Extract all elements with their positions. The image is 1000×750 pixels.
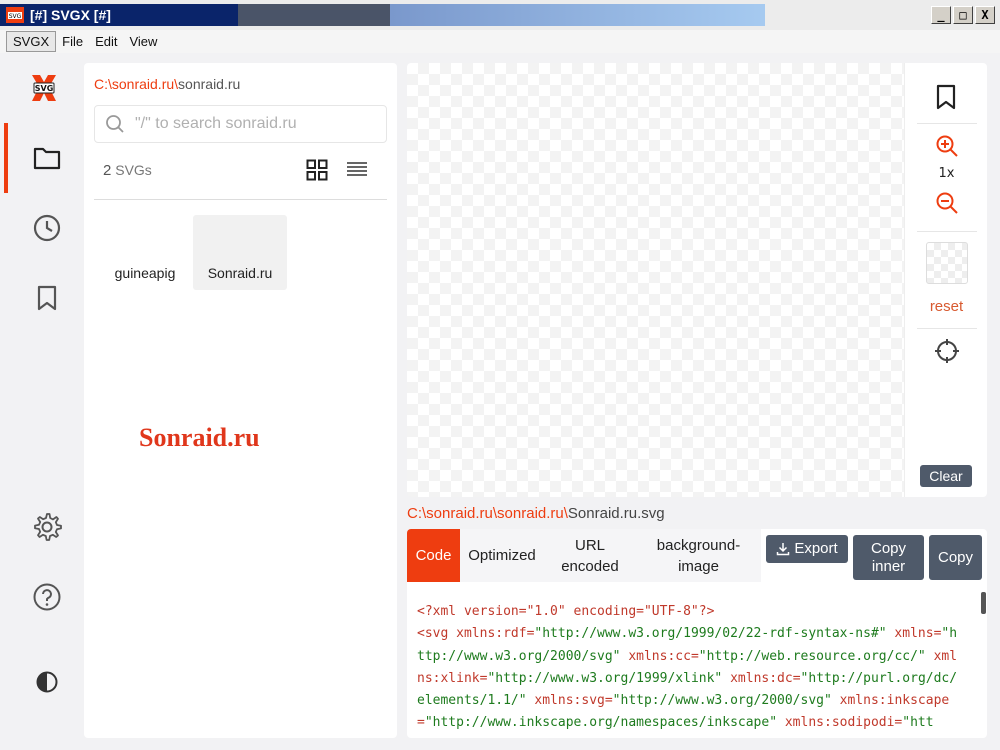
code-line: <?xml version="1.0" encoding="UTF-8"?> [417, 604, 715, 619]
history-icon [33, 214, 61, 242]
crosshair-icon[interactable] [934, 338, 960, 364]
help-icon [33, 583, 61, 611]
menu-view[interactable]: View [123, 32, 163, 51]
file-item-guineapig[interactable]: guineapig [98, 215, 192, 290]
active-nav-indicator [4, 123, 8, 193]
breadcrumb: C:\sonraid.ru\sonraid.ru [94, 76, 241, 92]
breadcrumb-folder[interactable]: sonraid.ru [112, 76, 174, 92]
menu-bar: SVGX File Edit View [0, 30, 1000, 53]
sidebar-item-theme[interactable] [30, 665, 64, 699]
sidebar-item-settings[interactable] [30, 510, 64, 544]
divider [94, 199, 387, 200]
folder-icon [33, 147, 61, 170]
breadcrumb-current: sonraid.ru [178, 76, 241, 92]
svgx-logo-icon: SVG [32, 75, 56, 101]
copy-button[interactable]: Copy [929, 535, 982, 580]
svg-preview-canvas[interactable] [407, 63, 904, 497]
code-tabs: Code Optimized URL encoded background- i… [407, 529, 761, 582]
window-title: [#] SVGX [#] [30, 7, 111, 23]
export-button[interactable]: Export [766, 535, 848, 563]
copy-inner-button[interactable]: Copy inner [853, 535, 924, 580]
code-line: ns:xlink="http://www.w3.org/1999/xlink" … [417, 670, 958, 686]
code-line: ttp://www.w3.org/2000/svg" xmlns:cc="htt… [417, 648, 958, 664]
maximize-button[interactable]: □ [953, 6, 973, 24]
app-icon: SVG [6, 7, 24, 23]
tab-code[interactable]: Code [407, 529, 460, 582]
tab-background-image[interactable]: background- image [636, 529, 761, 582]
bookmark-icon[interactable] [934, 83, 958, 111]
code-line: ="http://www.inkscape.org/namespaces/ink… [417, 715, 934, 731]
menu-svgx[interactable]: SVGX [6, 31, 57, 52]
file-item-sonraid[interactable]: Sonraid.ru [193, 215, 287, 290]
settings-icon [34, 513, 62, 541]
preview-toolbar: 1x reset [904, 63, 987, 497]
list-view-icon[interactable] [346, 161, 368, 177]
sidebar-item-bookmarks[interactable] [30, 281, 64, 315]
tab-optimized[interactable]: Optimized [460, 529, 544, 582]
svg-text:SVG: SVG [9, 13, 22, 20]
sidebar-item-files[interactable] [30, 141, 64, 175]
code-line: elements/1.1/" xmlns:svg="http://www.w3.… [417, 693, 950, 709]
svg-text:SVG: SVG [35, 84, 54, 93]
menu-file[interactable]: File [56, 32, 89, 51]
zoom-level: 1x [938, 166, 955, 181]
code-panel: Code Optimized URL encoded background- i… [407, 529, 987, 738]
background-swatch[interactable] [926, 242, 968, 284]
window-titlebar: SVG [#] SVGX [#] _ □ X [0, 0, 1000, 30]
contrast-icon [36, 671, 58, 693]
svg-count: 2 SVGs [103, 162, 152, 179]
close-button[interactable]: X [975, 6, 995, 24]
search-box[interactable] [94, 105, 387, 143]
minimize-button[interactable]: _ [931, 6, 951, 24]
breadcrumb-root[interactable]: C:\ [94, 76, 112, 92]
file-browser-panel: C:\sonraid.ru\sonraid.ru 2 SVGs guineapi… [84, 63, 397, 738]
titlebar-gradient [0, 4, 765, 26]
download-icon [777, 543, 790, 556]
file-name: Sonraid.ru.svg [567, 505, 665, 522]
file-path: C:\sonraid.ru\sonraid.ru\Sonraid.ru.svg [407, 505, 665, 522]
tab-url-encoded[interactable]: URL encoded [544, 529, 636, 582]
sidebar-rail: SVG [0, 53, 80, 750]
clear-button[interactable]: Clear [920, 465, 972, 487]
sidebar-item-history[interactable] [30, 211, 64, 245]
grid-view-icon[interactable] [306, 159, 328, 181]
menu-edit[interactable]: Edit [89, 32, 123, 51]
reset-button[interactable]: reset [905, 298, 988, 315]
search-input[interactable] [135, 115, 375, 133]
zoom-in-icon[interactable] [935, 134, 959, 158]
search-icon [106, 115, 124, 133]
code-line: <svg xmlns:rdf="http://www.w3.org/1999/0… [417, 626, 958, 642]
window-controls: _ □ X [931, 6, 995, 24]
zoom-out-icon[interactable] [935, 191, 959, 215]
code-view[interactable]: <?xml version="1.0" encoding="UTF-8"?> <s… [417, 601, 972, 735]
watermark-text: Sonraid.ru [139, 423, 260, 452]
code-scrollbar[interactable] [981, 592, 986, 614]
sidebar-item-help[interactable] [30, 580, 64, 614]
bookmark-icon [37, 285, 57, 311]
